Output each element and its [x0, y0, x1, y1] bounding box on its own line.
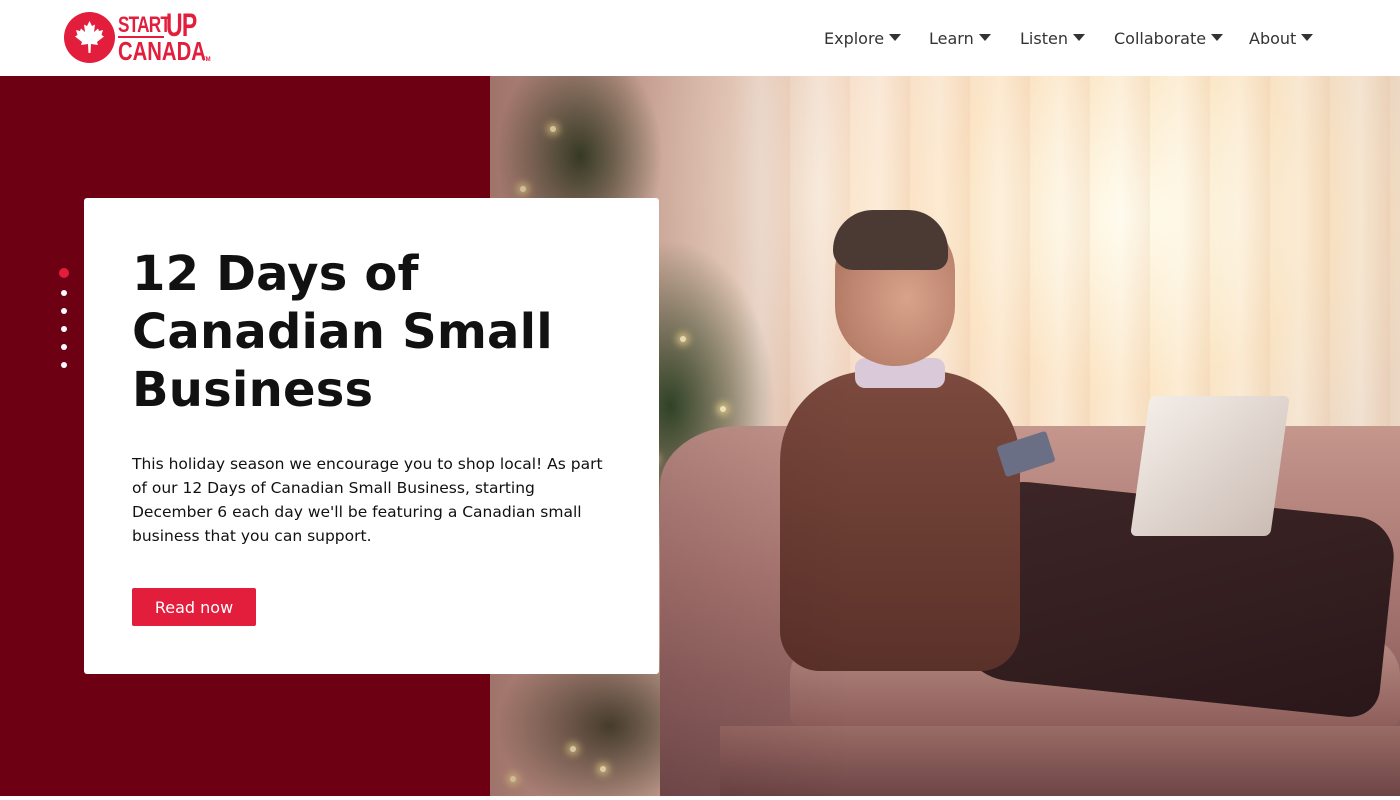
hero-title: 12 Days of Canadian Small Business: [132, 246, 553, 418]
nav-item-listen[interactable]: Listen: [1020, 25, 1085, 51]
nav-item-label: Explore: [824, 28, 885, 48]
hero-carousel: 12 Days of Canadian Small Business This …: [0, 76, 1400, 800]
nav-item-label: About: [1249, 28, 1297, 48]
carousel-indicators: [59, 268, 69, 378]
carousel-dot-4[interactable]: [61, 326, 67, 332]
caret-down-icon: [889, 33, 902, 41]
logo-trademark: TM: [202, 57, 211, 63]
nav-item-explore[interactable]: Explore: [824, 25, 902, 51]
main-nav: Explore Learn Listen Collaborate About: [0, 25, 1400, 51]
nav-item-label: Learn: [929, 28, 974, 48]
nav-item-label: Collaborate: [1114, 28, 1207, 48]
caret-down-icon: [1072, 33, 1085, 41]
hero-description: This holiday season we encourage you to …: [132, 455, 603, 545]
nav-item-label: Listen: [1020, 28, 1068, 48]
nav-item-about[interactable]: About: [1249, 25, 1314, 51]
nav-item-collaborate[interactable]: Collaborate: [1114, 25, 1224, 51]
site-header: START UP CANADA TM Explore Learn Listen …: [0, 0, 1400, 76]
carousel-dot-3[interactable]: [61, 308, 67, 314]
carousel-dot-2[interactable]: [61, 290, 67, 296]
carousel-dot-6[interactable]: [61, 362, 67, 368]
hero-card: 12 Days of Canadian Small Business This …: [84, 198, 659, 674]
caret-down-icon: [978, 33, 991, 41]
nav-item-learn[interactable]: Learn: [929, 25, 991, 51]
caret-down-icon: [1211, 33, 1224, 41]
caret-down-icon: [1301, 33, 1314, 41]
carousel-dot-1[interactable]: [59, 268, 69, 278]
carousel-dot-5[interactable]: [61, 344, 67, 350]
read-now-button[interactable]: Read now: [132, 588, 256, 626]
